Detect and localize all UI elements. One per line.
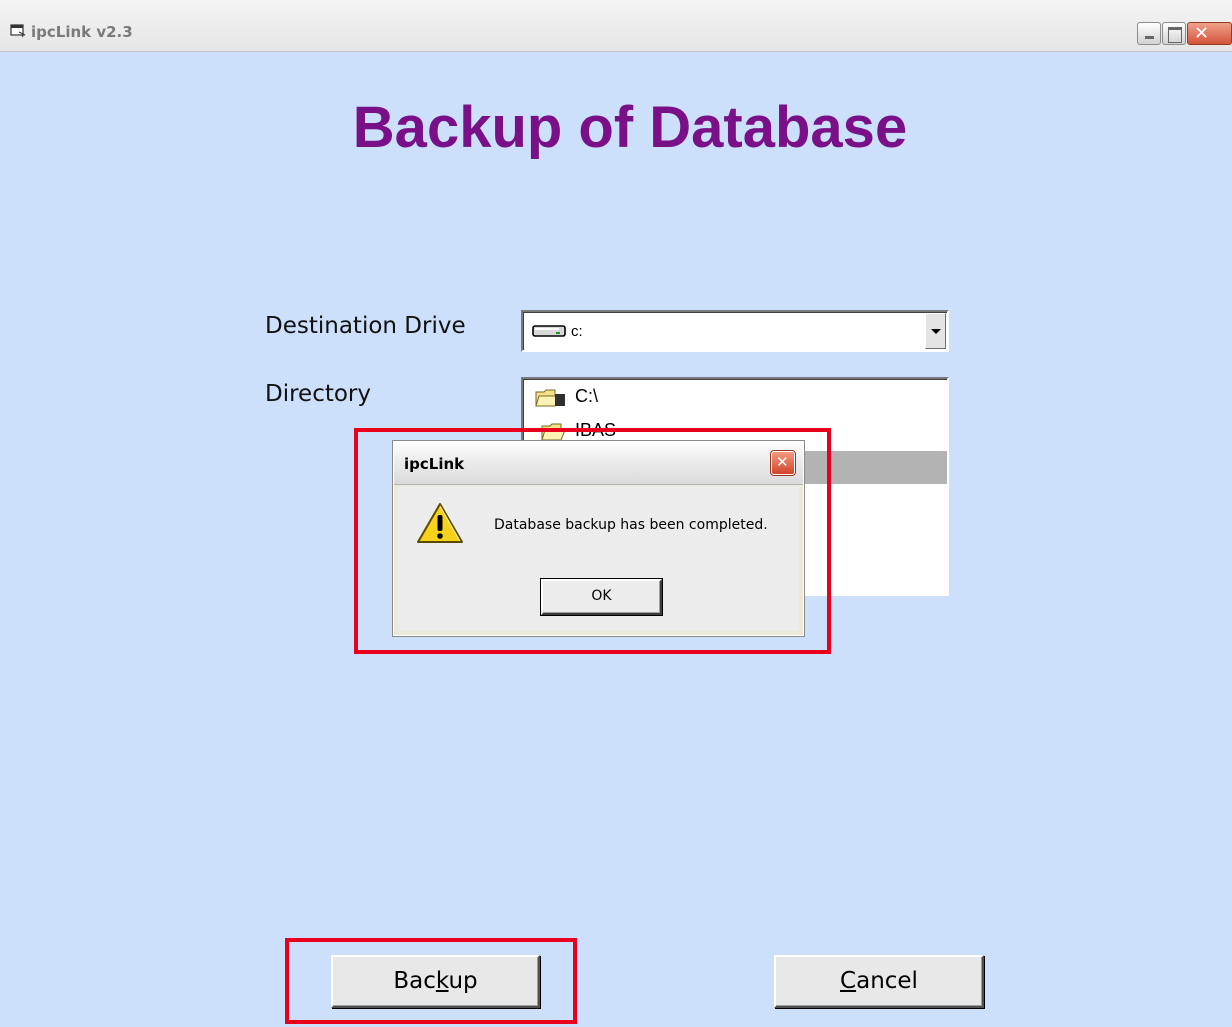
backup-label-end: up (448, 968, 478, 994)
backup-label-start: Bac (393, 968, 436, 994)
destination-drive-label: Destination Drive (265, 313, 466, 339)
dialog-close-button[interactable] (770, 450, 796, 476)
dialog-body: Database backup has been completed. OK (398, 486, 799, 631)
cancel-button[interactable]: Cancel (774, 955, 984, 1008)
cancel-mnemonic: C (840, 968, 857, 994)
app-icon (10, 24, 26, 38)
dialog-title-bar: ipcLink (394, 442, 803, 485)
directory-label: Directory (265, 381, 372, 407)
dialog-message: Database backup has been completed. (494, 517, 768, 533)
backup-mnemonic: k (435, 968, 449, 994)
ok-button[interactable]: OK (541, 579, 662, 615)
open-folder-icon (535, 389, 565, 407)
close-window-button[interactable] (1187, 22, 1232, 45)
directory-item[interactable]: C:\ (527, 383, 947, 411)
open-folder-icon (541, 423, 566, 441)
title-bar: ipcLink v2.3 (0, 0, 1232, 52)
minimize-button[interactable] (1137, 22, 1161, 45)
dialog-title: ipcLink (404, 455, 465, 473)
dropdown-arrow-button[interactable] (925, 313, 946, 349)
page-title: Backup of Database (352, 95, 908, 160)
directory-item-label: IBAS (575, 420, 617, 440)
window-title: ipcLink v2.3 (31, 23, 133, 41)
hard-drive-icon (532, 325, 566, 337)
message-dialog: ipcLink Database backup has been complet… (392, 440, 805, 637)
directory-item-label: C:\ (575, 386, 599, 406)
destination-drive-select[interactable]: c: (521, 310, 949, 352)
warning-icon (417, 503, 463, 543)
backup-button[interactable]: Backup (331, 955, 540, 1008)
destination-drive-value: c: (571, 323, 583, 340)
maximize-button[interactable] (1162, 22, 1186, 45)
cancel-label-end: ancel (856, 968, 918, 994)
